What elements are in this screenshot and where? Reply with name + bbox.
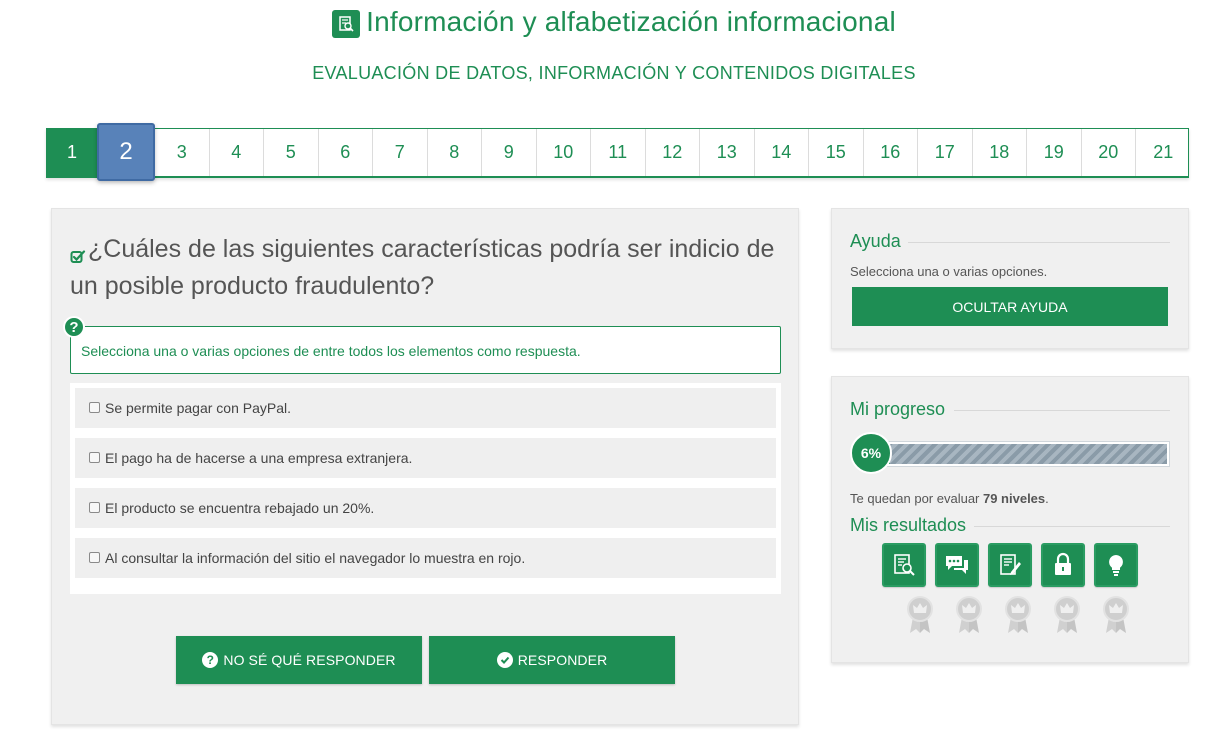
checkbox-edit-icon <box>70 239 86 264</box>
step-9[interactable]: 9 <box>482 129 537 176</box>
lock-icon[interactable] <box>1041 543 1085 587</box>
option-label: El producto se encuentra rebajado un 20%… <box>105 500 375 516</box>
medals-row <box>900 595 1145 637</box>
option-label: Se permite pagar con PayPal. <box>105 400 291 416</box>
hint-box: ? Selecciona una o varias opciones de en… <box>63 316 781 374</box>
remaining-count: 79 niveles <box>982 491 1046 506</box>
step-19[interactable]: 19 <box>1027 129 1082 176</box>
divider <box>954 409 1170 411</box>
page-subtitle: EVALUACIÓN DE DATOS, INFORMACIÓN Y CONTE… <box>312 63 916 83</box>
option-checkbox[interactable] <box>89 501 100 513</box>
step-10[interactable]: 10 <box>537 129 591 176</box>
document-search-icon[interactable] <box>882 543 926 587</box>
divider <box>908 241 1170 243</box>
results-heading-text: Mis resultados <box>850 515 967 535</box>
step-11[interactable]: 11 <box>591 129 646 176</box>
divider <box>974 525 1170 527</box>
step-8[interactable]: 8 <box>428 129 482 176</box>
option-checkbox[interactable] <box>89 551 100 563</box>
medal-icon <box>1096 595 1136 637</box>
answer-option[interactable]: Al consultar la información del sitio el… <box>75 538 776 578</box>
question-text: ¿Cuáles de las siguientes característica… <box>70 231 785 305</box>
dont-know-label: NO SÉ QUÉ RESPONDER <box>223 652 396 668</box>
question-label: ¿Cuáles de las siguientes característica… <box>70 235 775 300</box>
progress-heading-text: Mi progreso <box>850 399 946 419</box>
check-circle-icon <box>496 652 513 668</box>
answer-option[interactable]: Se permite pagar con PayPal. <box>75 388 776 428</box>
step-7[interactable]: 7 <box>373 129 428 176</box>
dont-know-button[interactable]: ? NO SÉ QUÉ RESPONDER <box>176 636 422 684</box>
answer-label: RESPONDER <box>517 652 608 668</box>
step-16[interactable]: 16 <box>864 129 918 176</box>
remaining-prefix: Te quedan por evaluar <box>850 491 983 506</box>
progress-card: Mi progreso 6% Te quedan por evaluar 79 … <box>831 376 1189 663</box>
remaining-levels: Te quedan por evaluar 79 niveles. <box>850 491 1049 506</box>
answer-option[interactable]: El pago ha de hacerse a una empresa extr… <box>75 438 776 478</box>
step-17[interactable]: 17 <box>918 129 973 176</box>
medal-icon <box>900 595 940 637</box>
step-20[interactable]: 20 <box>1082 129 1136 176</box>
progress-percent: 6% <box>850 432 892 474</box>
results-heading: Mis resultados <box>850 515 1170 536</box>
hint-text: Selecciona una o varias opciones de entr… <box>81 343 581 359</box>
question-mark-icon: ? <box>63 316 85 338</box>
medal-icon <box>1047 595 1087 637</box>
question-card: ¿Cuáles de las siguientes característica… <box>51 208 799 725</box>
edit-document-icon[interactable] <box>988 543 1032 587</box>
step-5[interactable]: 5 <box>264 129 319 176</box>
step-2[interactable]: 2 <box>97 123 155 181</box>
hide-help-button[interactable]: OCULTAR AYUDA <box>852 287 1168 326</box>
step-21[interactable]: 21 <box>1136 129 1191 176</box>
progress-track <box>870 442 1169 466</box>
option-checkbox[interactable] <box>89 451 100 463</box>
step-6[interactable]: 6 <box>319 129 373 176</box>
help-heading-text: Ayuda <box>850 231 901 251</box>
step-13[interactable]: 13 <box>700 129 755 176</box>
help-heading: Ayuda <box>850 231 1170 252</box>
options-list: Se permite pagar con PayPal. El pago ha d… <box>70 383 781 594</box>
results-icons <box>882 543 1147 587</box>
level-stepper: 1 2 3 4 5 6 7 8 9 10 11 12 13 14 15 16 17 18 19 20 21 <box>46 123 1191 181</box>
option-label: Al consultar la información del sitio el… <box>105 550 526 566</box>
question-mark-icon: ? <box>202 652 219 668</box>
help-card: Ayuda Selecciona una o varias opciones. … <box>831 208 1189 349</box>
remaining-suffix: . <box>1045 491 1049 506</box>
progress-heading: Mi progreso <box>850 399 1170 420</box>
option-checkbox[interactable] <box>89 401 100 413</box>
document-search-icon <box>332 9 361 38</box>
page-title: Información y alfabetización informacion… <box>366 6 896 37</box>
answer-option[interactable]: El producto se encuentra rebajado un 20%… <box>75 488 776 528</box>
step-18[interactable]: 18 <box>973 129 1027 176</box>
step-12[interactable]: 12 <box>646 129 700 176</box>
chat-icon[interactable] <box>935 543 979 587</box>
progress-bar: 6% <box>850 432 1171 478</box>
step-14[interactable]: 14 <box>755 129 809 176</box>
step-15[interactable]: 15 <box>809 129 864 176</box>
answer-button[interactable]: RESPONDER <box>429 636 675 684</box>
lightbulb-icon[interactable] <box>1094 543 1138 587</box>
step-1[interactable]: 1 <box>47 129 97 176</box>
step-4[interactable]: 4 <box>210 129 264 176</box>
medal-icon <box>998 595 1038 637</box>
step-3[interactable]: 3 <box>155 129 210 176</box>
medal-icon <box>949 595 989 637</box>
help-description: Selecciona una o varias opciones. <box>850 264 1048 279</box>
title-row: Información y alfabetización informacion… <box>0 6 1228 38</box>
option-label: El pago ha de hacerse a una empresa extr… <box>105 450 413 466</box>
